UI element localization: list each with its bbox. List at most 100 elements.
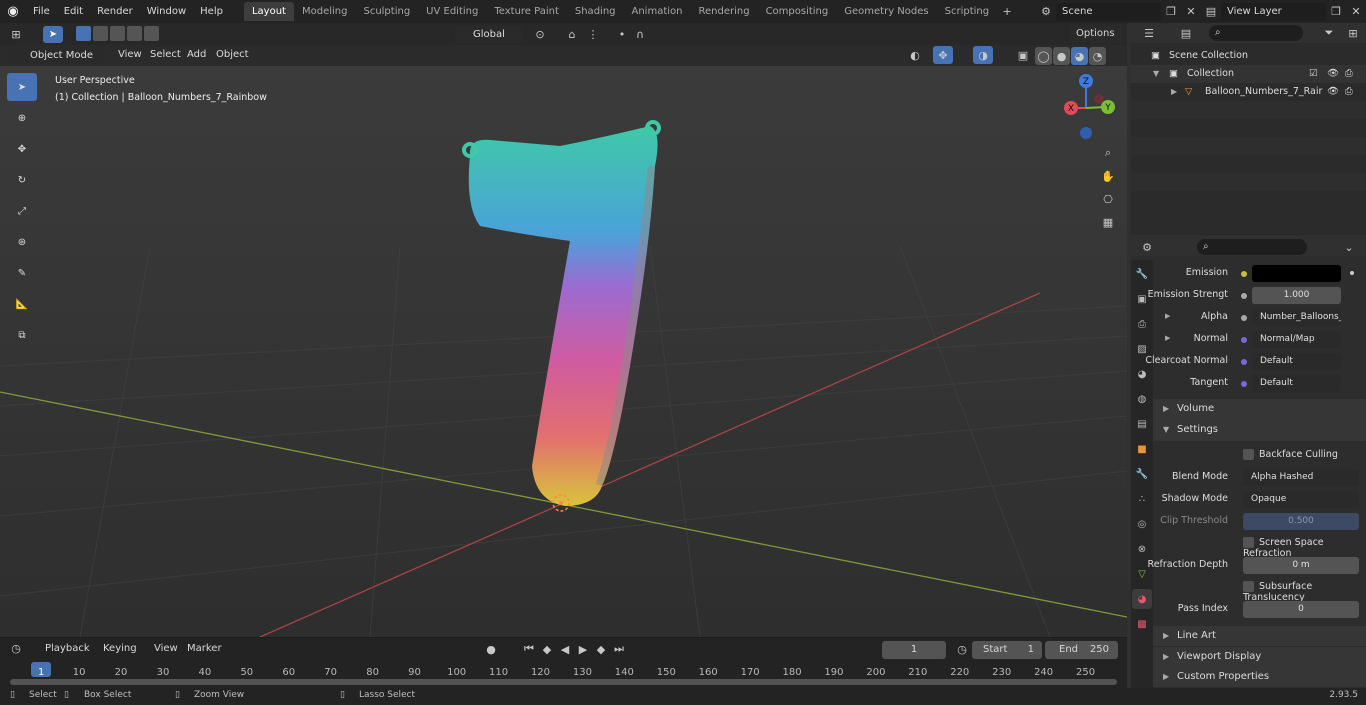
- outliner-row-collection[interactable]: ▼ ▣ Collection ☑ 👁 ⎙: [1131, 65, 1366, 83]
- backface-culling-row[interactable]: Backface Culling: [1131, 445, 1366, 467]
- normal-value-field[interactable]: Normal/Map: [1252, 331, 1341, 348]
- tab-modeling[interactable]: Modeling: [294, 2, 356, 21]
- play-icon[interactable]: ▶: [574, 640, 592, 658]
- tab-uv-editing[interactable]: UV Editing: [418, 2, 486, 21]
- menu-help[interactable]: Help: [193, 0, 230, 23]
- volume-panel-header[interactable]: ▶ Volume: [1153, 399, 1366, 420]
- refraction-depth-field[interactable]: 0 m: [1243, 557, 1359, 574]
- scale-tool-icon[interactable]: ⤢: [7, 197, 37, 225]
- collapse-icon[interactable]: ▼: [1153, 65, 1159, 83]
- emission-color-field[interactable]: [1252, 265, 1341, 282]
- scene-name-field[interactable]: Scene: [1056, 2, 1161, 21]
- current-frame-field[interactable]: 1: [882, 641, 946, 659]
- emission-anim-icon[interactable]: [1350, 271, 1354, 275]
- view-layer-field[interactable]: View Layer: [1221, 2, 1326, 21]
- zoom-icon[interactable]: ⌕: [1098, 144, 1118, 162]
- pass-index-field[interactable]: 0: [1243, 601, 1359, 618]
- line-art-panel-header[interactable]: ▶ Line Art: [1153, 626, 1366, 646]
- preview-range-icon[interactable]: ◷: [952, 640, 972, 658]
- alpha-expand-icon[interactable]: ▶: [1165, 312, 1170, 320]
- expand-icon[interactable]: ▶: [1171, 83, 1177, 101]
- add-workspace-icon[interactable]: +: [997, 3, 1017, 21]
- record-icon[interactable]: ●: [481, 640, 501, 658]
- tab-rendering[interactable]: Rendering: [690, 2, 757, 21]
- rotate-tool-icon[interactable]: ↻: [7, 166, 37, 194]
- scene-icon[interactable]: ⚙: [1036, 3, 1056, 21]
- collection-tab-icon[interactable]: ▤: [1132, 414, 1152, 434]
- jump-start-icon[interactable]: ⏮: [520, 640, 538, 658]
- solid-shading-icon[interactable]: ●: [1053, 47, 1070, 65]
- wireframe-shading-icon[interactable]: ◯: [1035, 47, 1052, 65]
- clip-threshold-slider[interactable]: 0.500: [1243, 513, 1359, 530]
- blender-logo-icon[interactable]: ◉: [0, 4, 26, 19]
- object-camera-icon[interactable]: ⎙: [1345, 83, 1353, 101]
- mode-subtract-icon[interactable]: [110, 26, 125, 41]
- display-mode-icon[interactable]: ▤: [1176, 24, 1196, 42]
- tab-texture-paint[interactable]: Texture Paint: [486, 2, 567, 21]
- subsurface-row[interactable]: Subsurface Translucency: [1131, 577, 1366, 603]
- hide-eye-icon[interactable]: 👁: [1327, 65, 1339, 83]
- options-dropdown[interactable]: Options: [1070, 25, 1123, 43]
- timeline-editor-icon[interactable]: ◷: [6, 639, 26, 657]
- render-camera-icon[interactable]: ⎙: [1345, 65, 1353, 83]
- visibility-icon[interactable]: ◐: [905, 46, 925, 64]
- settings-panel-header[interactable]: ▼ Settings: [1153, 420, 1366, 441]
- normal-expand-icon[interactable]: ▶: [1165, 334, 1170, 342]
- play-reverse-icon[interactable]: ◀: [556, 640, 574, 658]
- select-mode-icon[interactable]: ➤: [43, 26, 63, 43]
- end-frame-field[interactable]: End 250: [1045, 641, 1118, 659]
- menu-object[interactable]: Object: [209, 44, 256, 65]
- tab-shading[interactable]: Shading: [567, 2, 624, 21]
- select-box-modes[interactable]: [76, 26, 162, 43]
- ortho-grid-icon[interactable]: ▦: [1098, 213, 1118, 231]
- gizmo-toggle-icon[interactable]: ✥: [933, 46, 953, 64]
- new-collection-icon[interactable]: ⊞: [1343, 24, 1363, 42]
- pan-hand-icon[interactable]: ✋: [1098, 167, 1118, 185]
- properties-options-icon[interactable]: ⌄: [1339, 238, 1359, 256]
- mode-invert-icon[interactable]: [127, 26, 142, 41]
- proportional-edit-icon[interactable]: •: [612, 25, 632, 43]
- properties-editor-icon[interactable]: ⚙: [1137, 238, 1157, 256]
- exclude-checkbox-icon[interactable]: ☑: [1309, 65, 1318, 83]
- mode-new-icon[interactable]: [76, 26, 91, 41]
- cursor-tool-icon[interactable]: ⊕: [7, 104, 37, 132]
- scene-copy-icon[interactable]: ❐: [1161, 3, 1181, 21]
- camera-icon[interactable]: ⎔: [1098, 190, 1118, 208]
- view-layer-close-icon[interactable]: ✕: [1346, 3, 1366, 21]
- clearcoat-value-field[interactable]: Default: [1252, 353, 1341, 370]
- view-layer-copy-icon[interactable]: ❐: [1326, 3, 1346, 21]
- move-tool-icon[interactable]: ✥: [7, 135, 37, 163]
- measure-tool-icon[interactable]: 📐: [7, 290, 37, 318]
- xray-icon[interactable]: ▣: [1013, 46, 1033, 64]
- mode-dropdown[interactable]: Object Mode: [10, 47, 106, 64]
- start-frame-field[interactable]: Start 1: [972, 641, 1042, 659]
- filter-icon[interactable]: ⏷: [1319, 24, 1339, 42]
- rendered-shading-icon[interactable]: ◔: [1089, 47, 1106, 65]
- next-keyframe-icon[interactable]: ◆: [592, 640, 610, 658]
- tab-geometry-nodes[interactable]: Geometry Nodes: [836, 2, 936, 21]
- shadow-mode-dropdown[interactable]: Opaque: [1243, 491, 1359, 508]
- blend-mode-dropdown[interactable]: Alpha Hashed: [1243, 469, 1359, 486]
- transform-orientation-dropdown[interactable]: Global: [455, 26, 523, 43]
- tab-layout[interactable]: Layout: [243, 2, 294, 21]
- tab-animation[interactable]: Animation: [624, 2, 691, 21]
- snap-icon[interactable]: ⌂: [562, 25, 582, 43]
- falloff-icon[interactable]: ∩: [630, 25, 650, 43]
- marker-menu[interactable]: Marker: [180, 637, 229, 660]
- snap-target-icon[interactable]: ⋮: [583, 25, 603, 43]
- outliner-row-scene-collection[interactable]: ▣ Scene Collection: [1131, 47, 1366, 65]
- mode-intersect-icon[interactable]: [144, 26, 159, 41]
- keying-menu[interactable]: Keying: [96, 637, 144, 660]
- viewport-display-panel-header[interactable]: ▶ Viewport Display: [1153, 647, 1366, 667]
- menu-edit[interactable]: Edit: [57, 0, 90, 23]
- menu-render[interactable]: Render: [90, 0, 140, 23]
- backface-culling-checkbox[interactable]: Backface Culling: [1243, 449, 1338, 460]
- outliner-search-icon[interactable]: ⌕: [1209, 25, 1303, 41]
- tab-scripting[interactable]: Scripting: [937, 2, 997, 21]
- alpha-value-field[interactable]: Number_Balloons_7...: [1252, 309, 1341, 326]
- playback-menu[interactable]: Playback: [38, 637, 97, 660]
- scene-close-icon[interactable]: ✕: [1181, 3, 1201, 21]
- overlay-toggle-icon[interactable]: ◑: [973, 46, 993, 64]
- tab-sculpting[interactable]: Sculpting: [355, 2, 418, 21]
- object-eye-icon[interactable]: 👁: [1327, 83, 1339, 101]
